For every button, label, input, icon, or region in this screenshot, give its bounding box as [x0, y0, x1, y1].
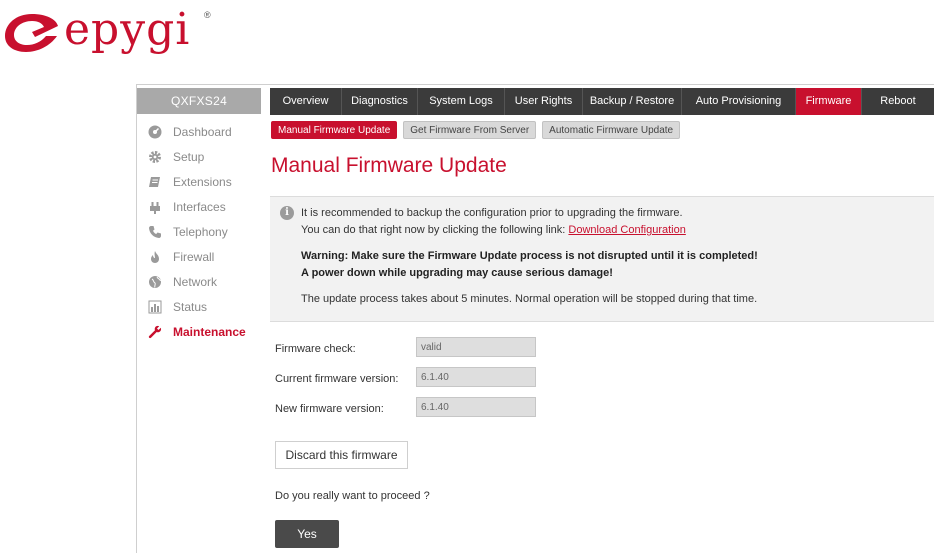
info-line-download-text: You can do that right now by clicking th… — [301, 224, 569, 236]
wrench-icon — [146, 325, 164, 339]
info-line-download: You can do that right now by clicking th… — [301, 224, 686, 236]
sidebar-item-label: Maintenance — [173, 324, 246, 339]
new-firmware-version-field — [416, 397, 536, 417]
firmware-subtabs: Manual Firmware Update Get Firmware From… — [271, 121, 681, 139]
current-firmware-version-field — [416, 367, 536, 387]
info-line-backup: It is recommended to backup the configur… — [301, 207, 683, 219]
sidebar-item-telephony[interactable]: Telephony — [146, 219, 266, 244]
tab-user-rights[interactable]: User Rights — [505, 88, 583, 115]
phone-icon — [146, 225, 164, 239]
sidebar-menu: Dashboard Setup Extensions Interfaces Te… — [146, 119, 266, 344]
fire-icon — [146, 250, 164, 264]
tab-reboot[interactable]: Reboot — [862, 88, 934, 115]
device-name-header: QXFXS24 — [137, 88, 261, 114]
sidebar-item-label: Extensions — [173, 174, 232, 189]
tab-firmware[interactable]: Firmware — [796, 88, 862, 115]
sidebar-item-status[interactable]: Status — [146, 294, 266, 319]
brand-name: epygi — [64, 4, 191, 55]
new-firmware-version-label: New firmware version: — [275, 403, 384, 415]
info-icon: i — [280, 206, 294, 220]
page-title: Manual Firmware Update — [271, 154, 507, 177]
tab-auto-provisioning[interactable]: Auto Provisioning — [682, 88, 796, 115]
epygi-swoosh-icon — [5, 14, 58, 52]
download-configuration-link[interactable]: Download Configuration — [568, 224, 685, 236]
firmware-check-field — [416, 337, 536, 357]
proceed-question: Do you really want to proceed ? — [275, 490, 430, 502]
discard-firmware-button[interactable]: Discard this firmware — [275, 441, 408, 469]
tab-diagnostics[interactable]: Diagnostics — [342, 88, 418, 115]
globe-icon — [146, 275, 164, 289]
yes-button[interactable]: Yes — [275, 520, 339, 548]
registered-mark: ® — [204, 10, 211, 20]
sidebar-item-label: Setup — [173, 149, 205, 164]
sidebar-item-setup[interactable]: Setup — [146, 144, 266, 169]
sidebar-item-network[interactable]: Network — [146, 269, 266, 294]
bar-chart-icon — [146, 300, 164, 314]
current-firmware-version-label: Current firmware version: — [275, 373, 399, 385]
tab-backup-restore[interactable]: Backup / Restore — [583, 88, 682, 115]
sidebar-item-label: Telephony — [173, 224, 228, 239]
sidebar-item-label: Network — [173, 274, 218, 289]
sidebar-item-maintenance[interactable]: Maintenance — [146, 319, 266, 344]
sidebar-item-interfaces[interactable]: Interfaces — [146, 194, 266, 219]
subtab-get-firmware-from-server[interactable]: Get Firmware From Server — [403, 121, 537, 139]
sidebar-item-label: Status — [173, 299, 208, 314]
info-line-duration: The update process takes about 5 minutes… — [301, 293, 758, 305]
info-box: i It is recommended to backup the config… — [270, 196, 934, 322]
book-icon — [146, 175, 164, 189]
sidebar-item-label: Dashboard — [173, 124, 232, 139]
sidebar-item-label: Interfaces — [173, 199, 226, 214]
subtab-automatic-firmware-update[interactable]: Automatic Firmware Update — [542, 121, 681, 139]
tab-system-logs[interactable]: System Logs — [418, 88, 505, 115]
sidebar-item-firewall[interactable]: Firewall — [146, 244, 266, 269]
tab-overview[interactable]: Overview — [270, 88, 342, 115]
gear-icon — [146, 150, 164, 164]
epygi-logo: epygi ® — [0, 2, 230, 62]
sidebar-item-extensions[interactable]: Extensions — [146, 169, 266, 194]
warning-line-2: A power down while upgrading may cause s… — [301, 267, 613, 279]
sidebar-item-label: Firewall — [173, 249, 215, 264]
top-nav: Overview Diagnostics System Logs User Ri… — [270, 88, 934, 115]
sidebar-item-dashboard[interactable]: Dashboard — [146, 119, 266, 144]
subtab-manual-firmware-update[interactable]: Manual Firmware Update — [271, 121, 398, 139]
dashboard-icon — [146, 125, 164, 139]
firmware-check-label: Firmware check: — [275, 343, 356, 355]
plug-icon — [146, 200, 164, 214]
warning-line-1: Warning: Make sure the Firmware Update p… — [301, 250, 758, 262]
